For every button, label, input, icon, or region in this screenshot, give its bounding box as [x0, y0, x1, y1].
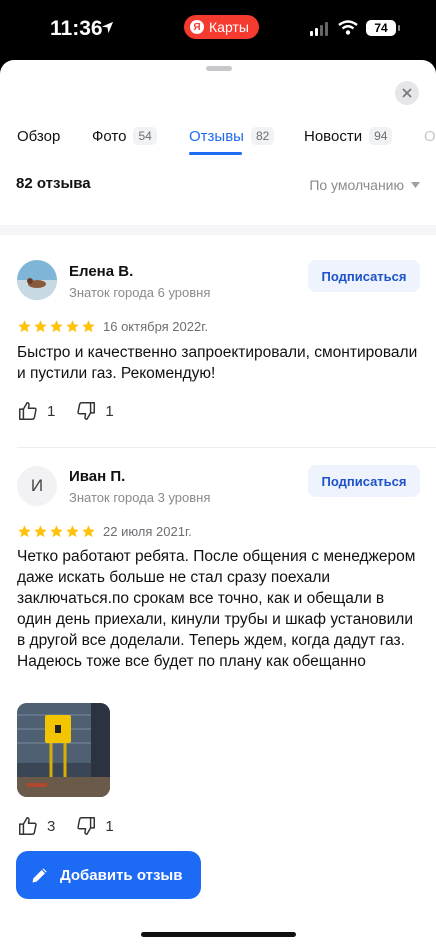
review-rating: 16 октября 2022г.	[17, 319, 208, 334]
cellular-signal-icon	[310, 22, 328, 36]
thumbs-up-icon[interactable]	[17, 815, 39, 837]
star-icon	[34, 525, 47, 538]
tab-overview[interactable]: Обзор	[17, 122, 60, 150]
rating-stars	[17, 319, 96, 334]
star-icon	[66, 525, 79, 538]
tab-news-label: Новости	[304, 127, 363, 145]
likes-count: 1	[47, 402, 56, 420]
back-to-app-pill[interactable]: Я Карты	[184, 15, 259, 39]
close-button[interactable]	[395, 81, 419, 105]
review-text: Быстро и качественно запроектировали, см…	[17, 344, 418, 382]
sheet-grabber[interactable]	[206, 66, 232, 71]
star-icon	[18, 525, 31, 538]
back-to-app-label: Карты	[209, 19, 249, 35]
avatar-photo	[17, 260, 57, 300]
add-review-label: Добавить отзыв	[60, 866, 183, 884]
tab-bar: Обзор Фото 54 Отзывы 82 Новости 94 О	[0, 116, 436, 156]
star-icon	[82, 525, 95, 538]
tab-photos-label: Фото	[92, 127, 127, 145]
review-text: Четко работают ребята. После общения с м…	[17, 548, 416, 670]
subscribe-button[interactable]: Подписаться	[308, 465, 420, 497]
review-author[interactable]: Елена В.	[69, 263, 133, 280]
tab-photos[interactable]: Фото 54	[92, 122, 157, 150]
tab-reviews[interactable]: Отзывы 82	[189, 122, 275, 150]
yandex-logo-icon: Я	[190, 20, 204, 34]
review-date: 16 октября 2022г.	[103, 319, 208, 334]
tab-news[interactable]: Новости 94	[304, 122, 393, 150]
star-icon	[18, 320, 31, 333]
tab-reviews-label: Отзывы	[189, 127, 244, 145]
review-rating: 22 июля 2021г.	[17, 524, 192, 539]
star-icon	[82, 320, 95, 333]
pencil-icon	[32, 868, 47, 883]
star-icon	[34, 320, 47, 333]
place-card-sheet: Обзор Фото 54 Отзывы 82 Новости 94 О 82 …	[0, 60, 436, 946]
star-icon	[50, 320, 63, 333]
reviews-header: 82 отзыва По умолчанию	[16, 175, 420, 193]
reviews-count: 82 отзыва	[16, 175, 91, 192]
review-photo-image	[17, 703, 110, 797]
review-author[interactable]: Иван П.	[69, 468, 125, 485]
section-divider	[0, 225, 436, 235]
thumbs-down-icon[interactable]	[75, 400, 97, 422]
chevron-down-icon	[411, 182, 420, 188]
home-indicator[interactable]	[141, 932, 296, 937]
tab-overview-label: Обзор	[17, 127, 61, 145]
active-tab-indicator	[189, 152, 242, 155]
review-author-rank: Знаток города 6 уровня	[69, 285, 211, 300]
add-review-button[interactable]: Добавить отзыв	[16, 851, 201, 899]
subscribe-button[interactable]: Подписаться	[308, 260, 420, 292]
rating-stars	[17, 524, 96, 539]
tab-overflow-glyph: О	[424, 127, 436, 145]
status-time: 11:36	[50, 17, 103, 40]
dislikes-count: 1	[105, 402, 114, 420]
battery-indicator: 74	[366, 20, 400, 36]
review-photo[interactable]	[17, 703, 110, 797]
review-separator	[17, 447, 436, 448]
close-icon	[402, 88, 412, 98]
likes-count: 3	[47, 817, 56, 835]
avatar[interactable]	[17, 260, 57, 300]
sort-dropdown[interactable]: По умолчанию	[309, 175, 420, 193]
star-icon	[66, 320, 79, 333]
location-arrow-icon	[101, 21, 114, 34]
tab-news-count: 94	[369, 127, 393, 145]
status-bar: 11:36 Я Карты 74	[0, 0, 436, 60]
thumbs-up-icon[interactable]	[17, 400, 39, 422]
wifi-icon	[338, 20, 358, 35]
tab-photos-count: 54	[133, 127, 157, 145]
review-author-rank: Знаток города 3 уровня	[69, 490, 211, 505]
review-reactions: 1 1	[17, 400, 114, 422]
tab-overflow[interactable]: О	[424, 122, 436, 150]
thumbs-down-icon[interactable]	[75, 815, 97, 837]
review-reactions: 3 1	[17, 815, 114, 837]
tab-reviews-count: 82	[250, 127, 275, 145]
sort-label: По умолчанию	[309, 177, 404, 193]
review-date: 22 июля 2021г.	[103, 524, 192, 539]
avatar[interactable]: И	[17, 466, 57, 506]
star-icon	[50, 525, 63, 538]
dislikes-count: 1	[105, 817, 114, 835]
